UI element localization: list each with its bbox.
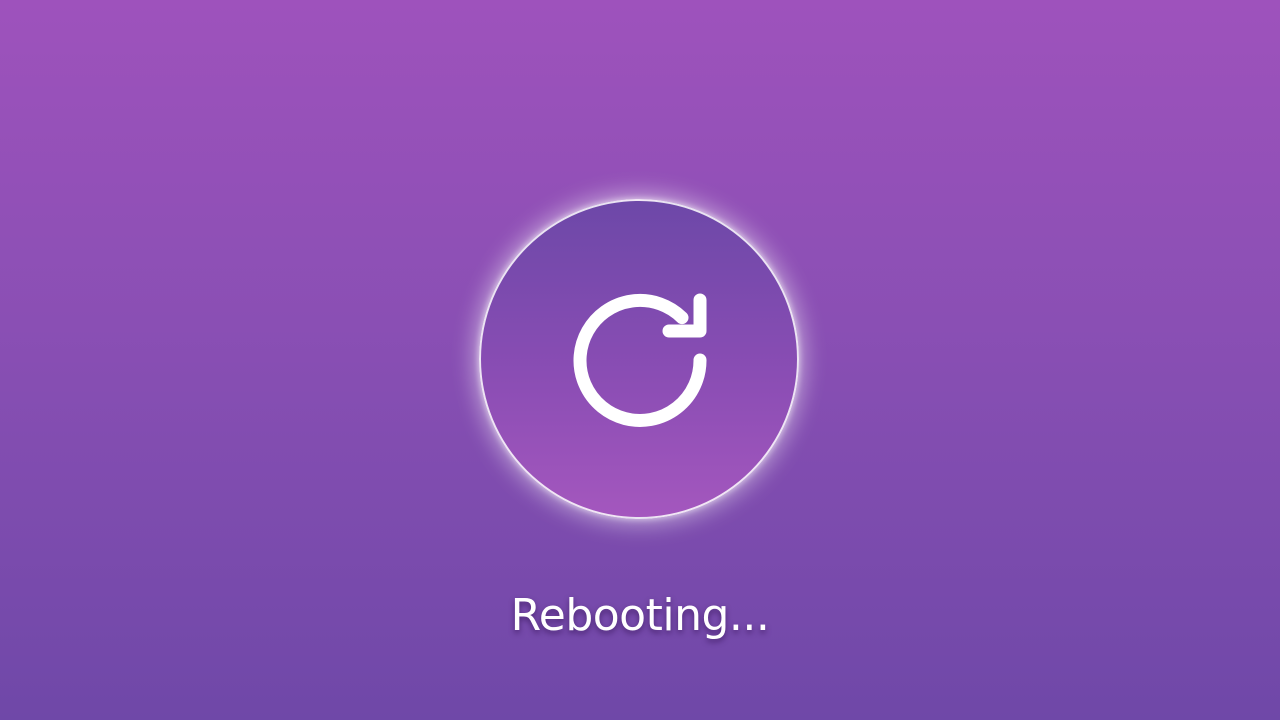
- reboot-screen: Rebooting...: [0, 0, 1280, 720]
- reboot-icon: [573, 293, 707, 427]
- status-text: Rebooting...: [510, 590, 770, 641]
